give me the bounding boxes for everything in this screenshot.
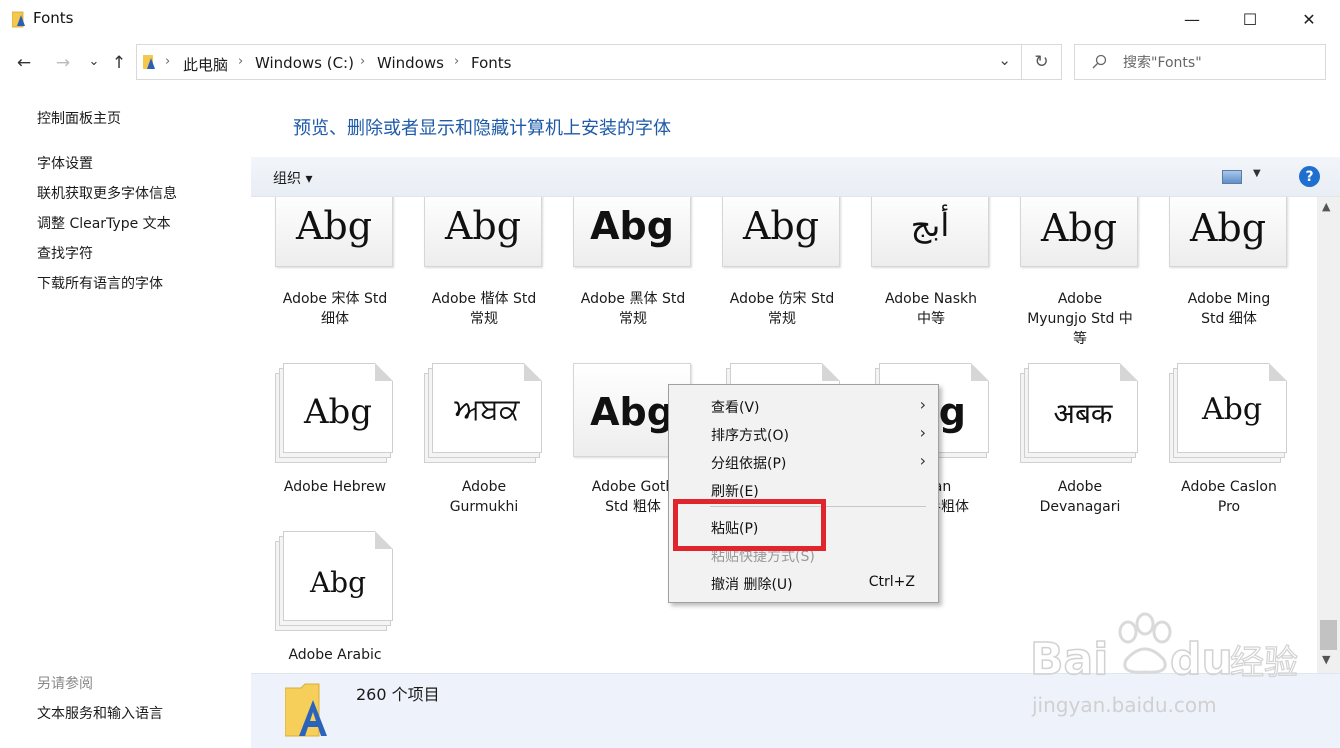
scroll-up-icon[interactable]: ▲	[1322, 200, 1330, 213]
font-thumbnail: Abg	[275, 197, 393, 267]
font-thumbnail: Abg	[722, 197, 840, 267]
font-name: Adobe Ming	[1187, 291, 1271, 307]
fonts-folder-icon	[12, 11, 25, 28]
font-thumbnail: Abg	[283, 363, 393, 453]
menu-item-view[interactable]: 查看(V) ›	[669, 393, 938, 419]
font-thumbnail: अबक	[1028, 363, 1138, 453]
search-placeholder: 搜索"Fonts"	[1123, 55, 1202, 71]
sidebar-item-font-settings[interactable]: 字体设置	[37, 153, 93, 173]
title-bar	[0, 0, 1340, 38]
font-name: Adobe Caslon	[1181, 479, 1277, 495]
menu-item-sort-by[interactable]: 排序方式(O) ›	[669, 421, 938, 447]
font-style: 等	[1073, 331, 1087, 347]
font-style: Std 细体	[1201, 311, 1257, 327]
font-thumbnail: Abg	[573, 197, 691, 267]
chevron-right-icon: ›	[360, 54, 366, 69]
font-thumbnail: Abg	[283, 531, 393, 621]
item-count: 260 个项目	[356, 685, 440, 704]
refresh-button[interactable]: ↻	[1022, 44, 1062, 80]
chevron-right-icon: ›	[919, 423, 926, 442]
recent-locations-button[interactable]: ⌄	[83, 50, 105, 72]
address-bar[interactable]: › 此电脑 › Windows (C:) › Windows › Fonts ⌄	[136, 44, 1022, 80]
forward-button[interactable]: →	[52, 52, 74, 74]
fonts-folder-icon	[143, 55, 155, 69]
back-button[interactable]: ←	[13, 52, 35, 74]
svg-text:经验: 经验	[1230, 643, 1298, 683]
chevron-right-icon: ›	[919, 451, 926, 470]
view-options-dropdown-icon[interactable]: ▼	[1253, 168, 1261, 179]
font-name: Adobe	[1057, 479, 1103, 495]
font-style: 常规	[470, 311, 498, 327]
chevron-right-icon: ›	[165, 54, 171, 69]
font-name: Adobe 宋体 Std	[282, 291, 388, 307]
chevron-right-icon: ›	[454, 54, 460, 69]
scrollbar-thumb[interactable]	[1320, 620, 1337, 650]
close-button[interactable]: ✕	[1280, 0, 1338, 38]
scroll-down-icon[interactable]: ▼	[1322, 653, 1330, 666]
font-thumbnail: Abg	[1169, 197, 1287, 267]
sidebar-item-find-character[interactable]: 查找字符	[37, 243, 93, 263]
font-thumbnail: Abg	[424, 197, 542, 267]
font-style: 中等	[917, 311, 945, 327]
search-input[interactable]: 搜索"Fonts"	[1074, 44, 1326, 80]
fonts-folder-icon	[285, 683, 327, 737]
font-name: Adobe Naskh	[884, 291, 978, 307]
breadcrumb-fonts[interactable]: Fonts	[471, 54, 511, 72]
font-name: Adobe 仿宋 Std	[729, 291, 835, 307]
breadcrumb-this-pc[interactable]: 此电脑	[183, 54, 228, 75]
search-icon	[1092, 54, 1107, 69]
font-thumbnail: ਅਬਕ	[432, 363, 542, 453]
command-bar	[251, 157, 1340, 197]
baidu-jingyan-watermark: Bai du 经验 jingyan.baidu.com	[1030, 612, 1299, 717]
font-style: Devanagari	[1039, 499, 1121, 515]
shortcut-hint: Ctrl+Z	[868, 574, 915, 590]
window-title: Fonts	[33, 9, 74, 27]
context-menu: 查看(V) › 排序方式(O) › 分组依据(P) › 刷新(E) 粘贴(P) 粘贴快…	[668, 384, 939, 603]
vertical-scrollbar[interactable]	[1317, 197, 1340, 673]
chevron-right-icon: ›	[238, 54, 244, 69]
breadcrumb-windows[interactable]: Windows	[377, 54, 444, 72]
font-name: Adobe 黑体 Std	[580, 291, 686, 307]
font-thumbnail: Abg	[1020, 197, 1138, 267]
font-name: Adobe Arabic	[288, 647, 382, 663]
sidebar-item-text-services[interactable]: 文本服务和输入语言	[37, 703, 163, 723]
font-style: 常规	[619, 311, 647, 327]
address-dropdown-icon[interactable]: ⌄	[998, 51, 1011, 69]
sidebar: 控制面板主页 字体设置 联机获取更多字体信息 调整 ClearType 文本 查…	[0, 96, 250, 748]
font-style: Pro	[1217, 499, 1241, 515]
font-style: 常规	[768, 311, 796, 327]
see-also-title: 另请参阅	[37, 676, 93, 692]
menu-item-group-by[interactable]: 分组依据(P) ›	[669, 449, 938, 475]
font-style: Gurmukhi	[449, 499, 519, 515]
sidebar-item-get-font-info[interactable]: 联机获取更多字体信息	[37, 183, 177, 203]
page-title: 预览、删除或者显示和隐藏计算机上安装的字体	[293, 118, 671, 139]
font-style: 细体	[321, 311, 349, 327]
annotation-highlight-box	[673, 499, 826, 551]
svg-text:Bai: Bai	[1030, 634, 1108, 685]
sidebar-item-control-panel-home[interactable]: 控制面板主页	[37, 108, 121, 128]
font-thumbnail: أبج	[871, 197, 989, 267]
help-icon[interactable]: ?	[1299, 166, 1320, 187]
font-name: Adobe	[461, 479, 507, 495]
breadcrumb-drive-c[interactable]: Windows (C:)	[255, 54, 354, 72]
font-style: Myungjo Std 中	[1027, 311, 1133, 327]
font-name: Adobe Hebrew	[283, 479, 387, 495]
font-name: Adobe	[1057, 291, 1103, 307]
minimize-button[interactable]: —	[1163, 0, 1221, 38]
menu-item-undo-delete[interactable]: 撤消 删除(U) Ctrl+Z	[669, 570, 938, 596]
up-button[interactable]: ↑	[108, 52, 130, 74]
svg-text:jingyan.baidu.com: jingyan.baidu.com	[1031, 693, 1217, 717]
chevron-right-icon: ›	[919, 395, 926, 414]
sidebar-item-download-fonts[interactable]: 下载所有语言的字体	[37, 273, 163, 293]
maximize-button[interactable]: ☐	[1221, 0, 1279, 38]
organize-button[interactable]: 组织 ▾	[273, 168, 312, 188]
change-view-icon[interactable]	[1222, 170, 1242, 184]
svg-text:du: du	[1170, 634, 1233, 685]
sidebar-item-cleartype[interactable]: 调整 ClearType 文本	[37, 213, 171, 233]
font-name: Adobe 楷体 Std	[431, 291, 537, 307]
font-thumbnail: Abg	[1177, 363, 1287, 453]
